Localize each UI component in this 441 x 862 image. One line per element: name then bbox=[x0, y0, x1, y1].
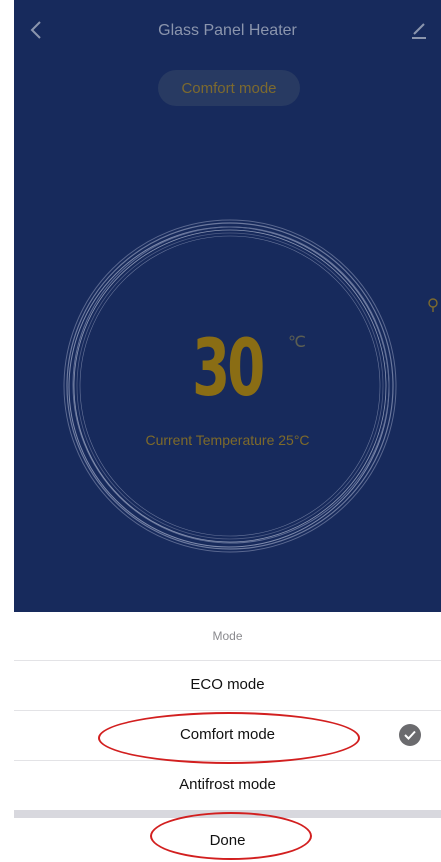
mode-badge[interactable]: Comfort mode bbox=[158, 70, 300, 106]
page-title: Glass Panel Heater bbox=[158, 22, 297, 39]
edit-button[interactable] bbox=[407, 18, 431, 42]
sheet-title: Mode bbox=[212, 629, 243, 643]
bulb-icon[interactable] bbox=[427, 298, 439, 314]
sheet-divider bbox=[14, 810, 441, 818]
option-label: Comfort mode bbox=[179, 726, 276, 743]
temperature-unit: ℃ bbox=[288, 334, 306, 351]
screen: Glass Panel Heater Comfort mode 30 ℃ Cur… bbox=[0, 0, 441, 862]
option-label: Antifrost mode bbox=[179, 776, 276, 793]
checkmark-icon bbox=[399, 724, 421, 746]
option-antifrost-mode[interactable]: Antifrost mode bbox=[14, 760, 441, 808]
mode-action-sheet: Mode ECO mode Comfort mode Antifrost mod… bbox=[14, 612, 441, 862]
option-label: ECO mode bbox=[190, 676, 265, 693]
option-eco-mode[interactable]: ECO mode bbox=[14, 660, 441, 708]
app-header: Glass Panel Heater bbox=[14, 0, 441, 64]
option-comfort-mode[interactable]: Comfort mode bbox=[14, 710, 441, 758]
pencil-icon bbox=[412, 23, 426, 39]
target-temperature-value: 30 bbox=[192, 324, 265, 414]
done-button[interactable]: Done bbox=[14, 818, 441, 862]
current-temperature: Current Temperature 25°C bbox=[145, 432, 310, 448]
target-temperature: 30 bbox=[14, 330, 441, 408]
heater-control-panel: Glass Panel Heater Comfort mode 30 ℃ Cur… bbox=[14, 0, 441, 612]
done-label: Done bbox=[209, 831, 246, 849]
